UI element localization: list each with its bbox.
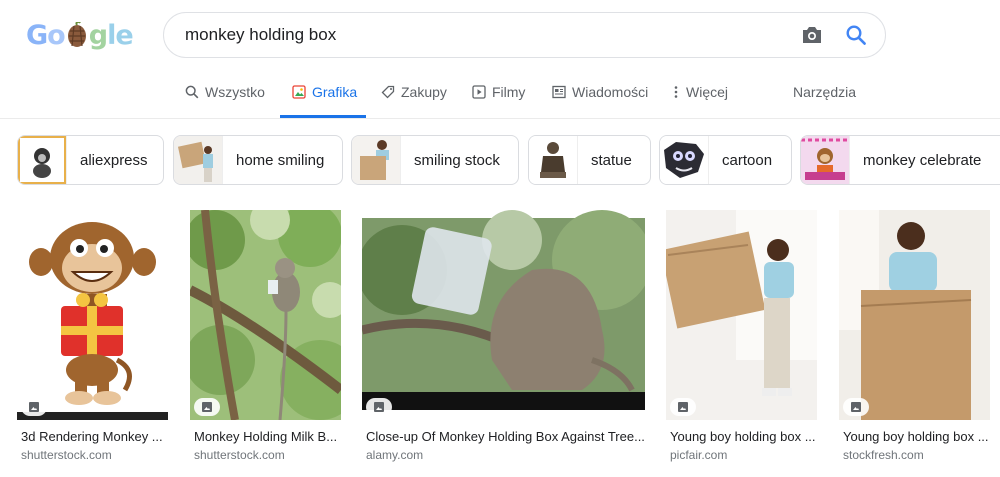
boy-holding-box-image	[839, 210, 990, 420]
search-tabs: Wszystko Grafika Zakupy Filmy Wiadomości…	[0, 74, 1000, 119]
cartoon-monkey-gift-image	[17, 210, 168, 420]
chip-thumbnail	[352, 136, 401, 184]
image-icon	[202, 402, 212, 412]
result-title[interactable]: Young boy holding box ...	[843, 429, 989, 444]
monkey-tree-image	[190, 210, 341, 420]
tag-icon	[381, 85, 395, 99]
image-icon	[374, 402, 384, 412]
chip-home-smiling[interactable]: home smiling	[173, 135, 343, 185]
image-icon	[851, 402, 861, 412]
tab-more[interactable]: Więcej	[672, 84, 728, 118]
result-source: shutterstock.com	[194, 448, 285, 462]
google-doodle-logo[interactable]: Go gle	[26, 18, 134, 54]
chip-cartoon[interactable]: cartoon	[659, 135, 792, 185]
search-icon[interactable]	[845, 24, 867, 46]
chip-thumbnail	[660, 136, 709, 184]
result-title[interactable]: Close-up Of Monkey Holding Box Against T…	[366, 429, 645, 444]
image-badge	[843, 398, 869, 416]
image-result[interactable]	[17, 210, 168, 420]
result-source: stockfresh.com	[843, 448, 924, 462]
image-badge	[366, 398, 392, 416]
news-icon	[552, 85, 566, 99]
tab-all[interactable]: Wszystko	[185, 84, 265, 118]
tools-button[interactable]: Narzędzia	[793, 84, 856, 118]
image-result[interactable]	[362, 210, 645, 420]
chip-thumbnail	[529, 136, 578, 184]
boy-holding-box-image	[666, 210, 817, 420]
chip-statue[interactable]: statue	[528, 135, 651, 185]
image-badge	[21, 398, 47, 416]
result-title[interactable]: 3d Rendering Monkey ...	[21, 429, 163, 444]
result-title[interactable]: Monkey Holding Milk B...	[194, 429, 337, 444]
result-source: shutterstock.com	[21, 448, 112, 462]
image-icon	[29, 402, 39, 412]
search-box[interactable]: monkey holding box	[163, 12, 886, 58]
chip-smiling-stock[interactable]: smiling stock	[351, 135, 519, 185]
chip-thumbnail	[801, 136, 850, 184]
image-result[interactable]	[666, 210, 817, 420]
more-vert-icon	[674, 86, 678, 98]
image-icon	[678, 402, 688, 412]
search-input[interactable]: monkey holding box	[185, 25, 336, 45]
tab-news[interactable]: Wiadomości	[552, 84, 648, 118]
chip-aliexpress[interactable]: aliexpress	[17, 135, 164, 185]
image-result[interactable]	[190, 210, 341, 420]
chip-thumbnail	[18, 136, 67, 184]
tab-shopping[interactable]: Zakupy	[381, 84, 447, 118]
image-badge	[194, 398, 220, 416]
chip-thumbnail	[174, 136, 223, 184]
monkey-plastic-box-image	[362, 210, 645, 420]
result-source: alamy.com	[366, 448, 424, 462]
camera-icon[interactable]	[801, 25, 823, 45]
pinecone-icon	[67, 22, 86, 47]
tab-images[interactable]: Grafika	[280, 84, 366, 118]
image-badge	[670, 398, 696, 416]
result-title[interactable]: Young boy holding box ...	[670, 429, 816, 444]
tab-videos[interactable]: Filmy	[472, 84, 525, 118]
chip-monkey-celebrate[interactable]: monkey celebrate	[800, 135, 1000, 185]
image-icon	[292, 85, 306, 99]
play-icon	[472, 85, 486, 99]
image-result[interactable]	[839, 210, 990, 420]
result-source: picfair.com	[670, 448, 728, 462]
search-icon	[185, 85, 199, 99]
